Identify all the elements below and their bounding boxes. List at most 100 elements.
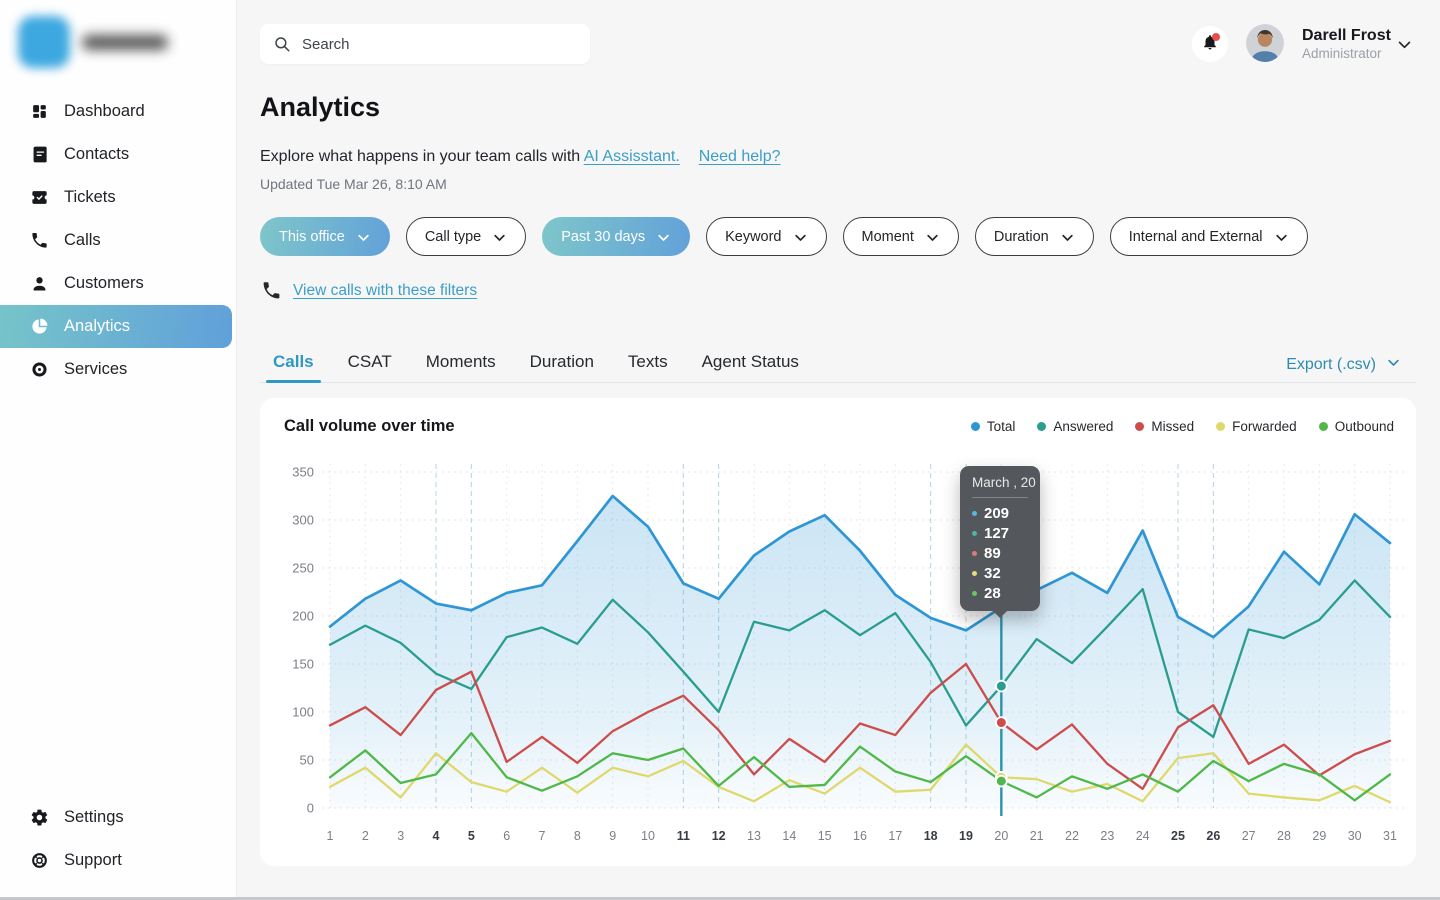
filter-moment[interactable]: Moment bbox=[843, 217, 959, 256]
ai-assistant-link[interactable]: AI Assisstant. bbox=[584, 148, 680, 165]
sidebar-item-label: Customers bbox=[64, 274, 144, 293]
x-axis-label: 5 bbox=[468, 829, 475, 843]
highlight-dot-missed bbox=[996, 717, 1007, 728]
highlight-dot-outbound bbox=[996, 776, 1007, 787]
notifications-button[interactable] bbox=[1192, 26, 1228, 62]
filter-duration[interactable]: Duration bbox=[975, 217, 1094, 256]
sidebar-item-label: Contacts bbox=[64, 145, 129, 164]
settings-icon bbox=[29, 808, 49, 828]
filter-past-30-days[interactable]: Past 30 days bbox=[542, 217, 690, 256]
app-logo[interactable] bbox=[14, 12, 214, 72]
support-icon bbox=[29, 851, 49, 871]
user-role: Administrator bbox=[1302, 46, 1382, 61]
legend-item-answered[interactable]: Answered bbox=[1037, 419, 1113, 434]
x-axis-label: 2 bbox=[362, 829, 369, 843]
legend-item-total[interactable]: Total bbox=[971, 419, 1016, 434]
sidebar-item-label: Services bbox=[64, 360, 127, 379]
legend-item-forwarded[interactable]: Forwarded bbox=[1216, 419, 1297, 434]
y-axis-label: 250 bbox=[292, 561, 314, 576]
tooltip-value: 32 bbox=[984, 565, 1001, 582]
x-axis-label: 14 bbox=[782, 829, 796, 843]
chart-card: Call volume over time TotalAnsweredMisse… bbox=[260, 398, 1416, 866]
x-axis-label: 16 bbox=[853, 829, 867, 843]
filter-this-office[interactable]: This office bbox=[260, 217, 390, 256]
tooltip-row-answered: 127 bbox=[972, 523, 1028, 543]
notification-badge bbox=[1212, 33, 1220, 41]
legend-item-outbound[interactable]: Outbound bbox=[1319, 419, 1394, 434]
tooltip-row-forwarded: 32 bbox=[972, 563, 1028, 583]
services-icon bbox=[29, 360, 49, 380]
sidebar-item-analytics[interactable]: Analytics bbox=[0, 305, 232, 348]
contacts-icon bbox=[29, 145, 49, 165]
legend-dot bbox=[971, 422, 980, 431]
chevron-down-icon bbox=[656, 230, 671, 245]
call-volume-chart[interactable]: 0501001502002503003501234567891011121314… bbox=[268, 456, 1408, 856]
tab-label: Moments bbox=[426, 352, 496, 371]
y-axis-label: 200 bbox=[292, 609, 314, 624]
chart-tooltip: March , 20 209127893228 bbox=[960, 466, 1040, 611]
export-csv-button[interactable]: Export (.csv) bbox=[1286, 355, 1401, 375]
filter-label: Moment bbox=[862, 229, 914, 245]
search-bar[interactable] bbox=[260, 24, 590, 64]
sidebar-item-customers[interactable]: Customers bbox=[0, 262, 232, 305]
sidebar-item-support[interactable]: Support bbox=[0, 839, 232, 882]
filter-label: Keyword bbox=[725, 229, 781, 245]
legend-dot bbox=[1135, 422, 1144, 431]
calls-icon bbox=[29, 231, 49, 251]
filter-call-type[interactable]: Call type bbox=[406, 217, 526, 256]
legend-item-missed[interactable]: Missed bbox=[1135, 419, 1194, 434]
legend-dot bbox=[1037, 422, 1046, 431]
x-axis-label: 19 bbox=[959, 829, 973, 843]
x-axis-label: 7 bbox=[539, 829, 546, 843]
sidebar-item-dashboard[interactable]: Dashboard bbox=[0, 90, 232, 133]
search-input[interactable] bbox=[300, 35, 577, 54]
avatar[interactable] bbox=[1246, 24, 1284, 62]
chevron-down-icon bbox=[925, 230, 940, 245]
phone-icon bbox=[261, 280, 282, 301]
page-subtitle: Explore what happens in your team calls … bbox=[260, 148, 781, 166]
tab-calls[interactable]: Calls bbox=[273, 352, 314, 381]
filter-internal-and-external[interactable]: Internal and External bbox=[1110, 217, 1308, 256]
sidebar-item-tickets[interactable]: Tickets bbox=[0, 176, 232, 219]
tab-label: CSAT bbox=[348, 352, 392, 371]
user-menu-chevron-down-icon[interactable] bbox=[1396, 36, 1413, 58]
legend-label: Missed bbox=[1151, 419, 1194, 434]
legend-label: Outbound bbox=[1335, 419, 1394, 434]
tooltip-row-total: 209 bbox=[972, 503, 1028, 523]
x-axis-label: 29 bbox=[1312, 829, 1326, 843]
need-help-link[interactable]: Need help? bbox=[699, 148, 781, 165]
filter-label: Duration bbox=[994, 229, 1049, 245]
x-axis-label: 12 bbox=[712, 829, 726, 843]
app-logo-mark bbox=[18, 16, 70, 68]
sidebar-item-settings[interactable]: Settings bbox=[0, 796, 232, 839]
filter-keyword[interactable]: Keyword bbox=[706, 217, 826, 256]
tab-moments[interactable]: Moments bbox=[426, 352, 496, 381]
tab-texts[interactable]: Texts bbox=[628, 352, 668, 381]
x-axis-label: 3 bbox=[397, 829, 404, 843]
view-calls-link[interactable]: View calls with these filters bbox=[293, 282, 477, 300]
x-axis-label: 13 bbox=[747, 829, 761, 843]
tab-csat[interactable]: CSAT bbox=[348, 352, 392, 381]
x-axis-label: 18 bbox=[924, 829, 938, 843]
tab-label: Texts bbox=[628, 352, 668, 371]
tooltip-dot bbox=[972, 571, 977, 576]
tab-duration[interactable]: Duration bbox=[530, 352, 594, 381]
x-axis-label: 8 bbox=[574, 829, 581, 843]
x-axis-label: 9 bbox=[609, 829, 616, 843]
x-axis-label: 31 bbox=[1383, 829, 1397, 843]
tooltip-title: March , 20 bbox=[972, 475, 1028, 498]
tab-agent-status[interactable]: Agent Status bbox=[702, 352, 799, 381]
dashboard-icon bbox=[29, 102, 49, 122]
tooltip-dot bbox=[972, 531, 977, 536]
x-axis-label: 4 bbox=[433, 829, 440, 843]
sidebar-item-contacts[interactable]: Contacts bbox=[0, 133, 232, 176]
sidebar-item-calls[interactable]: Calls bbox=[0, 219, 232, 262]
y-axis-label: 100 bbox=[292, 705, 314, 720]
tooltip-value: 127 bbox=[984, 525, 1009, 542]
legend-dot bbox=[1216, 422, 1225, 431]
subtitle-text: Explore what happens in your team calls … bbox=[260, 148, 580, 165]
sidebar-nav: Dashboard Contacts TicketsCalls Customers An… bbox=[0, 90, 232, 391]
tooltip-dot bbox=[972, 591, 977, 596]
legend-dot bbox=[1319, 422, 1328, 431]
sidebar-item-services[interactable]: Services bbox=[0, 348, 232, 391]
